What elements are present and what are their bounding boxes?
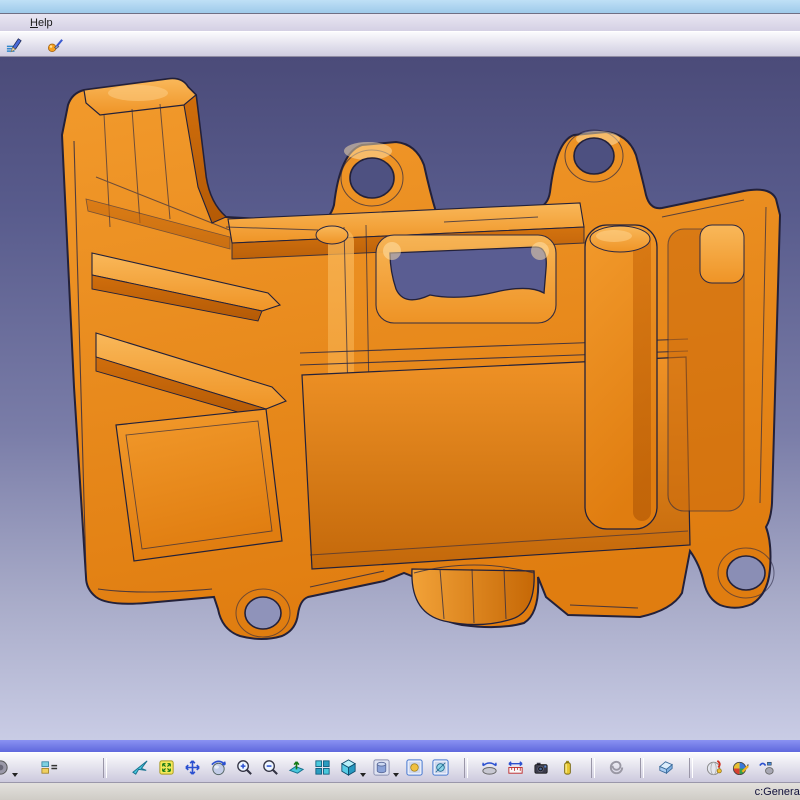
- catia-window: { "menu_bar": { "items": [ { "label": "H…: [0, 0, 800, 800]
- toolbar-separator: [591, 758, 595, 778]
- capture-glyph: [532, 758, 551, 777]
- multi-view-icon[interactable]: [312, 757, 333, 778]
- normal-view-icon[interactable]: [286, 757, 307, 778]
- analysis-pair-icon[interactable]: [756, 757, 777, 778]
- hole-top-center: [350, 158, 394, 198]
- analysis-pair-glyph: [757, 758, 776, 777]
- fit-all-in-icon[interactable]: [156, 757, 177, 778]
- measure-glyph: [506, 758, 525, 777]
- command-prompt-text: c:Generate: [755, 786, 800, 798]
- menu-bar: Help: [0, 13, 800, 31]
- material-sphere-icon[interactable]: [730, 757, 751, 778]
- hole-bottom-right: [727, 556, 765, 590]
- isometric-view-icon[interactable]: [338, 757, 359, 778]
- pan-glyph: [183, 758, 202, 777]
- clipped-left-icon[interactable]: [0, 757, 11, 778]
- dropdown-arrow[interactable]: [12, 773, 18, 780]
- render-style-glyph: [372, 758, 391, 777]
- graphic-properties-toolbar: [0, 31, 800, 57]
- fly-mode-icon[interactable]: [130, 757, 151, 778]
- turntable-glyph: [480, 758, 499, 777]
- shading-edges-view-icon[interactable]: [430, 757, 451, 778]
- status-bar: c:Generate: [0, 783, 800, 800]
- window-bottom-strip: [0, 740, 800, 752]
- render-style-icon[interactable]: [371, 757, 392, 778]
- toolbar-separator: [464, 758, 468, 778]
- zoom-in-icon[interactable]: [234, 757, 255, 778]
- view-toolbar: [0, 752, 800, 783]
- eraser-glyph: [656, 758, 675, 777]
- globe-glyph: [705, 758, 724, 777]
- toolbar-separator: [640, 758, 644, 778]
- battery-glyph: [558, 758, 577, 777]
- datum-update-icon[interactable]: [39, 757, 60, 778]
- swirl-glyph: [607, 758, 626, 777]
- dropdown-arrow[interactable]: [360, 773, 366, 780]
- toolbar-separator: [103, 758, 107, 778]
- datum-glyph: [40, 758, 59, 777]
- toolbar-separator: [689, 758, 693, 778]
- desktop-strip: [0, 0, 800, 13]
- apply-material-brush-icon[interactable]: [4, 34, 25, 55]
- battery-icon[interactable]: [557, 757, 578, 778]
- viewport-3d[interactable]: [0, 57, 800, 740]
- dropdown-arrow[interactable]: [393, 773, 399, 780]
- rotate-glyph: [209, 758, 228, 777]
- normal-view-glyph: [287, 758, 306, 777]
- turntable-icon[interactable]: [479, 757, 500, 778]
- hole-top-right: [574, 138, 614, 174]
- shading-edges-glyph: [431, 758, 450, 777]
- globe-tools-icon[interactable]: [704, 757, 725, 778]
- measure-icon[interactable]: [505, 757, 526, 778]
- eraser-icon[interactable]: [655, 757, 676, 778]
- menu-help[interactable]: Help: [26, 16, 57, 30]
- shading-glyph: [405, 758, 424, 777]
- hole-bottom-left: [245, 597, 281, 629]
- pan-icon[interactable]: [182, 757, 203, 778]
- clipped-glyph: [0, 758, 10, 777]
- zoom-out-glyph: [261, 758, 280, 777]
- zoom-out-icon[interactable]: [260, 757, 281, 778]
- swirl-icon[interactable]: [606, 757, 627, 778]
- iso-cube-glyph: [339, 758, 358, 777]
- painter-glyph: [46, 35, 65, 54]
- painter-icon[interactable]: [45, 34, 66, 55]
- fly-glyph: [131, 758, 150, 777]
- shading-view-icon[interactable]: [404, 757, 425, 778]
- multi-view-glyph: [313, 758, 332, 777]
- fit-all-glyph: [157, 758, 176, 777]
- rotate-icon[interactable]: [208, 757, 229, 778]
- model-3d-orange-housing[interactable]: [0, 57, 800, 740]
- brush-glyph: [5, 35, 24, 54]
- zoom-in-glyph: [235, 758, 254, 777]
- material-sphere-glyph: [731, 758, 750, 777]
- capture-icon[interactable]: [531, 757, 552, 778]
